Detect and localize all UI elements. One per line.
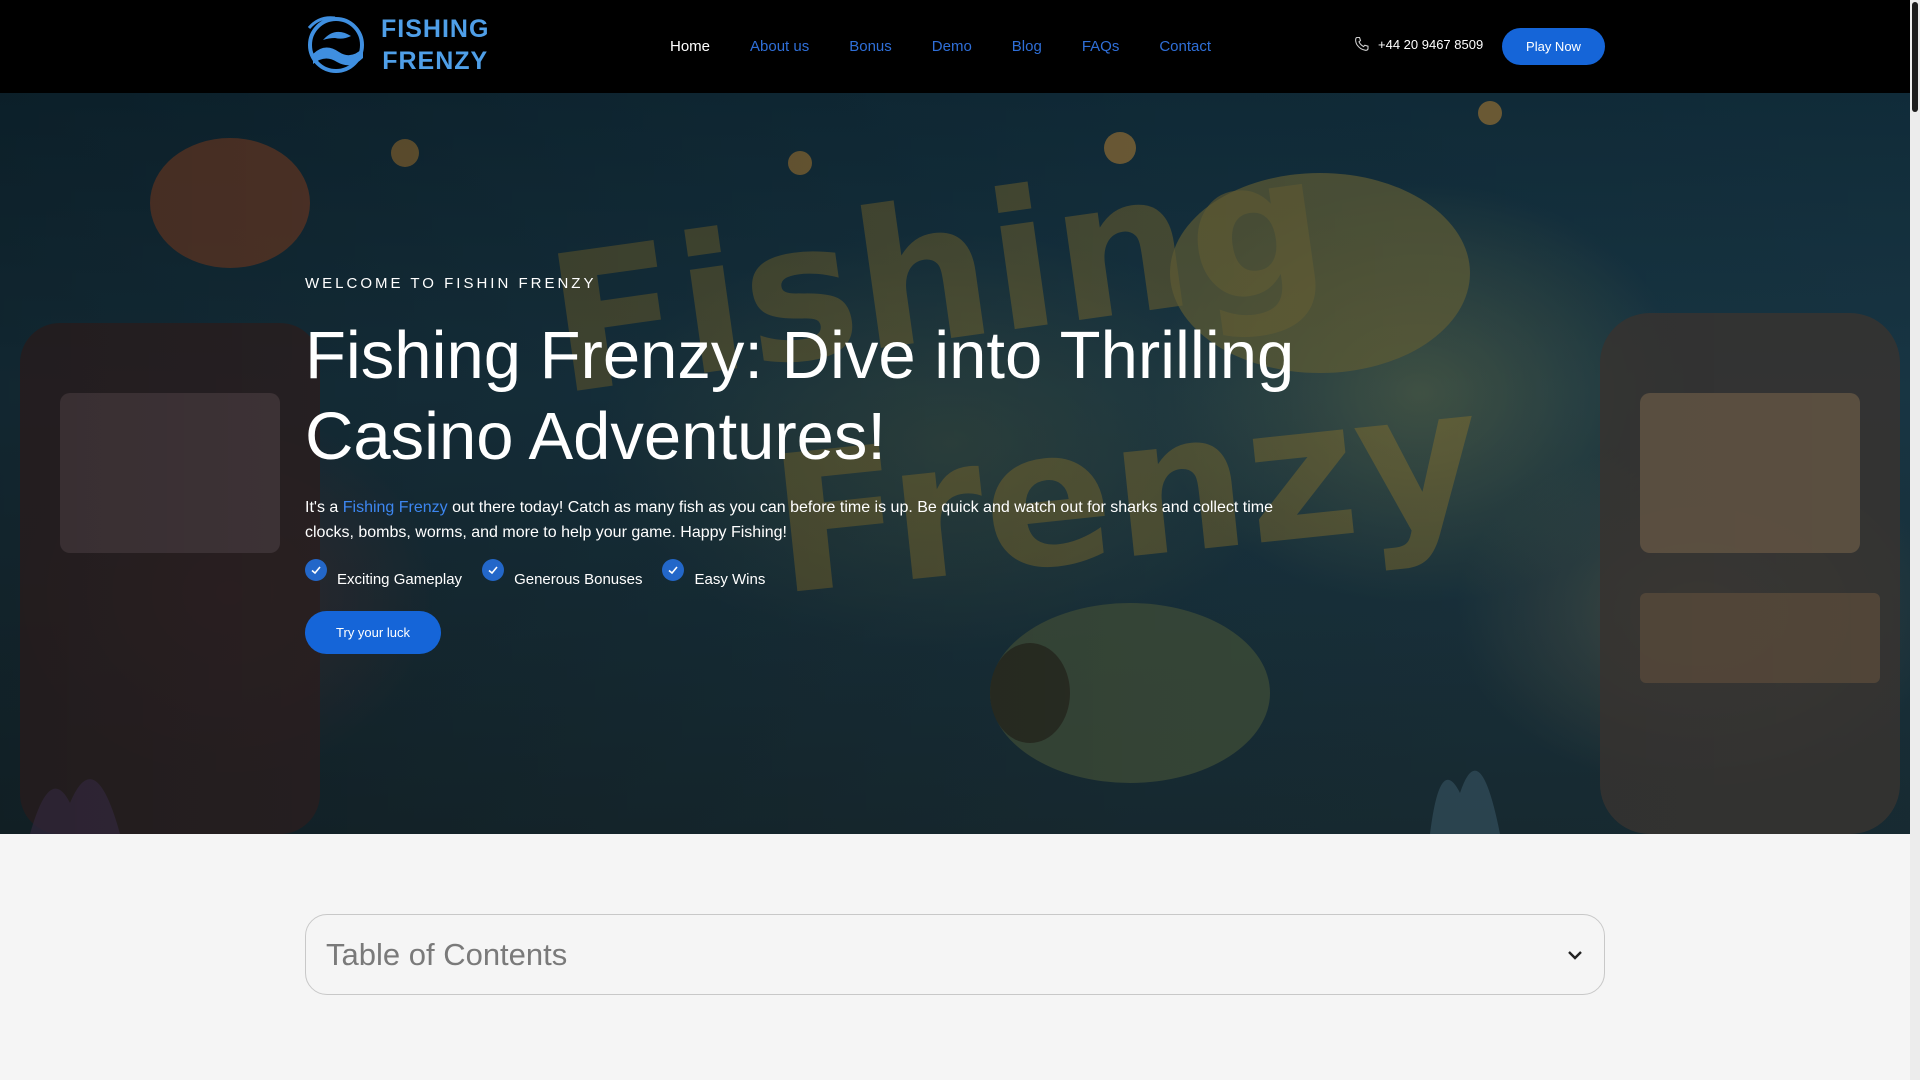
feature-item: Generous Bonuses	[482, 559, 642, 588]
logo-text-line2: FRENZY	[382, 47, 489, 75]
toc-title: Table of Contents	[326, 936, 568, 972]
table-of-contents[interactable]: Table of Contents	[305, 914, 1605, 995]
feature-item: Easy Wins	[662, 559, 765, 588]
nav-demo[interactable]: Demo	[932, 37, 972, 57]
logo-text-line1: FISHING	[381, 15, 490, 43]
phone-number: +44 20 9467 8509	[1378, 36, 1484, 52]
page: FISHING FRENZY Home About us Bonus Demo …	[0, 0, 1910, 1080]
nav-faqs[interactable]: FAQs	[1082, 37, 1120, 57]
feature-label: Generous Bonuses	[514, 571, 643, 588]
nav-contact[interactable]: Contact	[1159, 37, 1211, 57]
hero-eyebrow: WELCOME TO FISHIN FRENZY	[305, 275, 597, 292]
check-circle-icon	[482, 559, 505, 581]
check-circle-icon	[662, 559, 685, 581]
feature-label: Exciting Gameplay	[337, 571, 463, 588]
fish-wave-logo-icon	[307, 16, 364, 73]
play-now-button[interactable]: Play Now	[1502, 28, 1605, 65]
chevron-down-icon[interactable]	[1566, 946, 1584, 964]
nav-blog[interactable]: Blog	[1012, 37, 1042, 57]
feature-item: Exciting Gameplay	[305, 559, 462, 588]
hero-section: Fishing Frenzy WELCOME TO FISHIN FRENZY …	[0, 93, 1910, 834]
phone-link[interactable]: +44 20 9467 8509	[1354, 36, 1483, 52]
site-header: FISHING FRENZY Home About us Bonus Demo …	[0, 0, 1910, 93]
nav-bonus[interactable]: Bonus	[849, 37, 892, 57]
scrollbar-thumb[interactable]	[1912, 2, 1918, 112]
site-logo[interactable]: FISHING FRENZY	[305, 14, 489, 76]
try-your-luck-button[interactable]: Try your luck	[305, 611, 441, 654]
hero-description: It's a Fishing Frenzy out there today! C…	[305, 499, 1273, 541]
feature-list: Exciting Gameplay Generous Bonuses Easy …	[305, 559, 785, 588]
check-circle-icon	[305, 559, 327, 581]
fishing-frenzy-link[interactable]: Fishing Frenzy	[343, 499, 448, 516]
nav-home[interactable]: Home	[670, 37, 710, 57]
main-nav: Home About us Bonus Demo Blog FAQs Conta…	[670, 0, 1251, 93]
phone-icon	[1355, 36, 1369, 51]
feature-label: Easy Wins	[694, 571, 766, 588]
page-scrollbar[interactable]	[1910, 0, 1920, 1080]
nav-about-us[interactable]: About us	[750, 37, 809, 57]
hero-title: Fishing Frenzy: Dive into Thrilling Casi…	[305, 318, 1295, 474]
